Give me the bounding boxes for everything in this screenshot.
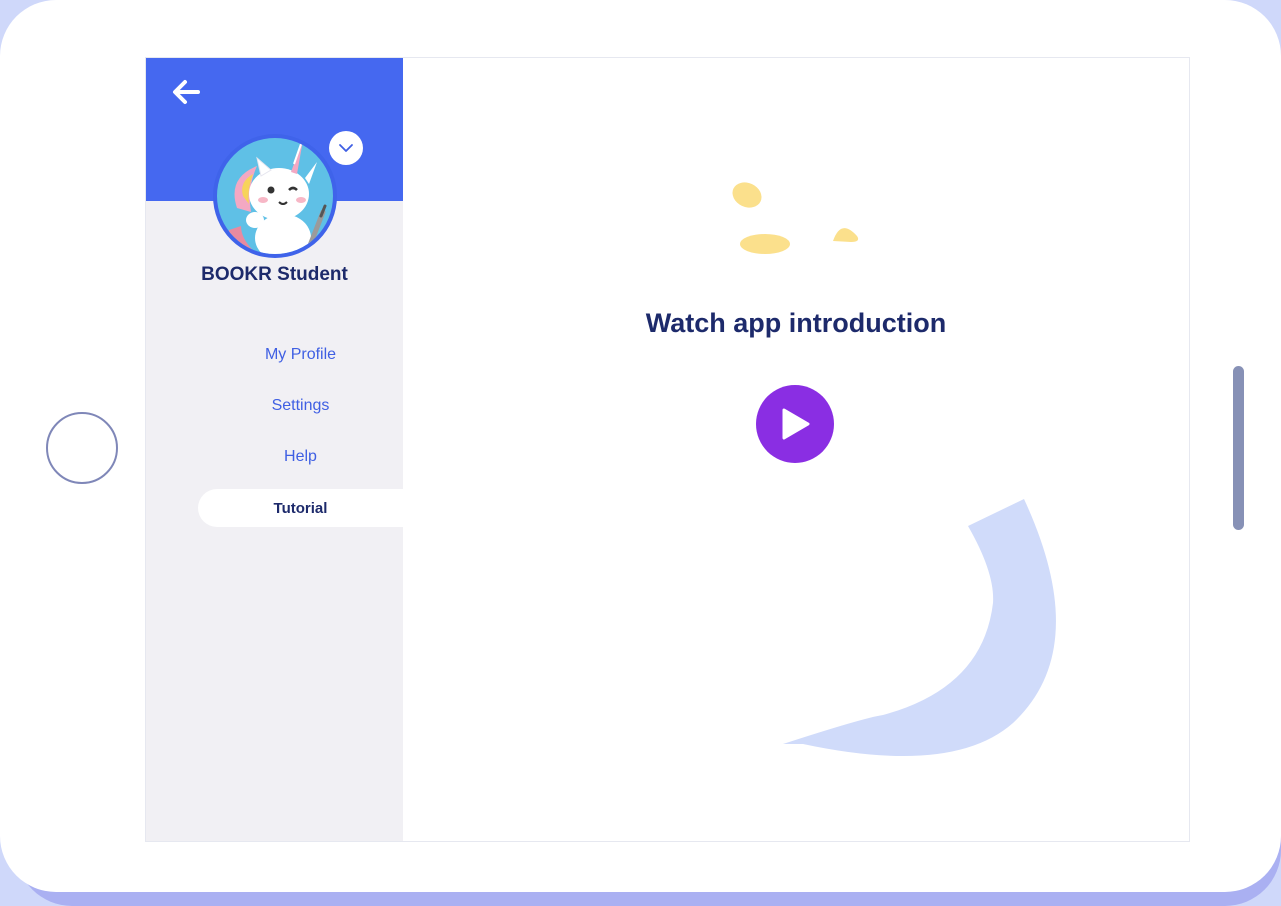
sidebar-item-my-profile[interactable]: My Profile (198, 336, 403, 374)
sidebar-item-settings[interactable]: Settings (198, 387, 403, 425)
app-screen: BOOKR Student My Profile Settings Help T… (145, 57, 1190, 842)
chevron-down-icon (339, 144, 353, 152)
back-button[interactable] (166, 74, 206, 110)
tutorial-panel: Watch app introduction (403, 58, 1189, 841)
yellow-blob (732, 182, 762, 208)
sidebar-menu: My Profile Settings Help Tutorial (198, 336, 403, 540)
arrow-left-icon (173, 80, 200, 104)
yellow-blob (833, 228, 859, 242)
user-name: BOOKR Student (201, 264, 348, 285)
play-button[interactable] (756, 385, 834, 463)
sidebar: BOOKR Student My Profile Settings Help T… (146, 58, 403, 841)
intro-title: Watch app introduction (645, 308, 947, 338)
avatar-menu-toggle[interactable] (329, 131, 363, 165)
unicorn-avatar-icon (217, 138, 333, 254)
home-button[interactable] (46, 412, 118, 484)
side-button[interactable] (1233, 366, 1244, 530)
sidebar-item-tutorial[interactable]: Tutorial (198, 489, 403, 527)
blue-arc (783, 499, 1056, 757)
avatar[interactable] (213, 134, 337, 258)
play-icon (782, 408, 810, 440)
sidebar-item-help[interactable]: Help (198, 438, 403, 476)
yellow-blob (740, 234, 790, 254)
